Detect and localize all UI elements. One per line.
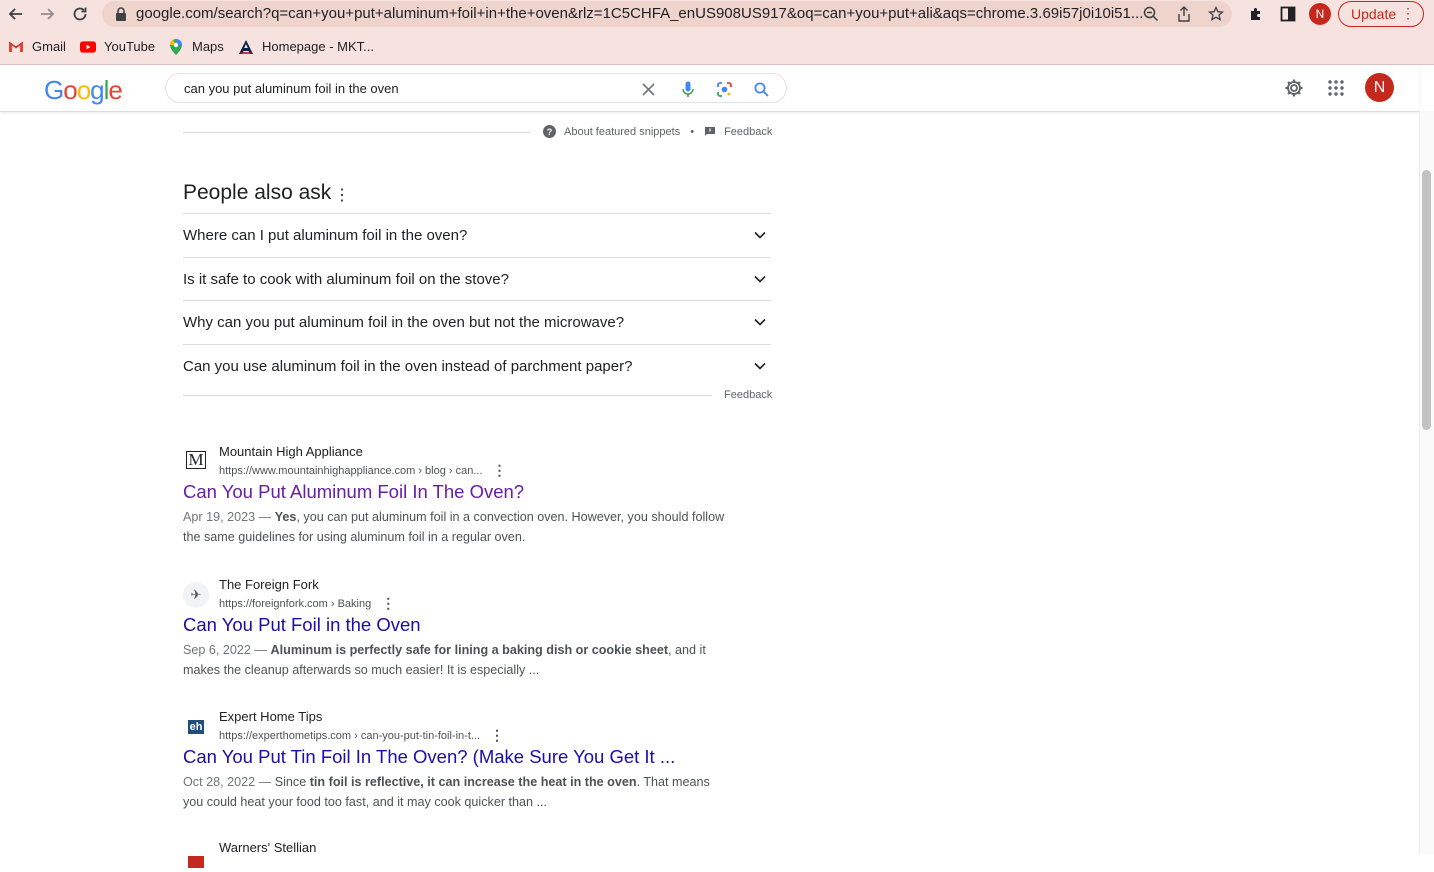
paa-question[interactable]: Where can I put aluminum foil in the ove… xyxy=(183,213,771,256)
result-url-text: https://experthometips.com › can-you-put… xyxy=(219,729,481,742)
result-site-name: The Foreign Fork xyxy=(219,577,319,592)
extensions-icon[interactable] xyxy=(1246,4,1266,24)
result-more-options-icon[interactable]: ⋮ xyxy=(381,595,395,612)
result-more-options-icon[interactable]: ⋮ xyxy=(493,462,507,479)
youtube-icon xyxy=(80,40,96,54)
update-button[interactable]: Update ⋮ xyxy=(1338,1,1424,27)
lock-icon[interactable] xyxy=(112,5,130,23)
site-favicon-icon xyxy=(183,846,209,872)
result-site-name: Expert Home Tips xyxy=(219,709,323,724)
lens-search-icon[interactable] xyxy=(715,80,733,98)
result-title-link[interactable]: Can You Put Aluminum Foil In The Oven? xyxy=(183,481,524,503)
site-favicon-icon: eh xyxy=(183,714,209,740)
account-avatar[interactable]: N xyxy=(1365,73,1394,102)
bookmark-label: Homepage - MKT... xyxy=(262,39,374,54)
bookmark-label: Maps xyxy=(192,39,224,54)
search-box[interactable]: can you put aluminum foil in the oven xyxy=(165,73,787,103)
result-snippet: Sep 6, 2022 — Aluminum is perfectly safe… xyxy=(183,643,706,677)
divider xyxy=(183,395,712,396)
google-header: Google can you put aluminum foil in the … xyxy=(0,65,1419,112)
bookmark-label: Gmail xyxy=(32,39,66,54)
scrollbar-thumb[interactable] xyxy=(1422,170,1431,430)
settings-gear-icon[interactable] xyxy=(1283,77,1305,99)
bookmark-label: YouTube xyxy=(104,39,156,54)
reload-icon[interactable] xyxy=(68,3,92,25)
google-logo[interactable]: Google xyxy=(44,75,123,106)
result-snippet: Apr 19, 2023 — Yes, you can put aluminum… xyxy=(183,510,725,544)
result-url-text: https://foreignfork.com › Baking xyxy=(219,597,372,610)
chevron-down-icon xyxy=(754,362,766,370)
paa-feedback-link[interactable]: Feedback xyxy=(724,389,772,401)
result-title-link[interactable]: Can You Put Tin Foil In The Oven? (Make … xyxy=(183,746,675,768)
browser-toolbar: google.com/search?q=can+you+put+aluminum… xyxy=(0,0,1434,29)
search-input[interactable]: can you put aluminum foil in the oven xyxy=(184,81,399,96)
result-title-link[interactable]: Can You Put Foil in the Oven xyxy=(183,614,421,636)
result-more-options-icon[interactable]: ⋮ xyxy=(490,727,504,744)
paa-question-text: Can you use aluminum foil in the oven in… xyxy=(183,358,633,375)
chevron-down-icon xyxy=(754,275,766,283)
gmail-icon xyxy=(8,40,24,54)
search-result: eh Expert Home Tips https://experthometi… xyxy=(183,709,743,814)
address-bar[interactable]: google.com/search?q=can+you+put+aluminum… xyxy=(102,1,1232,27)
site-favicon-icon: ✈ xyxy=(183,582,209,608)
result-url: https://foreignfork.com › Baking ⋮ xyxy=(219,595,395,612)
back-icon[interactable] xyxy=(4,3,28,25)
paa-question-text: Is it safe to cook with aluminum foil on… xyxy=(183,271,509,288)
separator-dot: • xyxy=(690,125,695,138)
forward-icon[interactable] xyxy=(35,3,59,25)
feedback-link[interactable]: Feedback xyxy=(724,126,772,138)
result-url: https://experthometips.com › can-you-put… xyxy=(219,727,504,744)
zoom-icon[interactable] xyxy=(1142,5,1160,23)
side-panel-icon[interactable] xyxy=(1278,4,1298,24)
university-logo-icon xyxy=(238,39,254,54)
search-result: ✈ The Foreign Fork https://foreignfork.c… xyxy=(183,577,743,682)
apps-grid-icon[interactable] xyxy=(1325,77,1347,99)
more-menu-icon[interactable]: ⋮ xyxy=(1401,5,1415,21)
chevron-down-icon xyxy=(754,231,766,239)
maps-pin-icon xyxy=(168,38,184,55)
paa-question-text: Where can I put aluminum foil in the ove… xyxy=(183,227,468,244)
paa-question-text: Why can you put aluminum foil in the ove… xyxy=(183,314,625,331)
divider xyxy=(183,132,530,133)
share-icon[interactable] xyxy=(1175,5,1193,23)
result-snippet: Oct 28, 2022 — Since tin foil is reflect… xyxy=(183,775,710,809)
result-site-name: Warners' Stellian xyxy=(219,840,317,855)
featured-snippet-footer: ? About featured snippets • Feedback xyxy=(543,125,772,138)
profile-avatar[interactable]: N xyxy=(1309,3,1331,25)
result-url: https://www.mountainhighappliance.com › … xyxy=(219,462,507,479)
bookmark-homepage[interactable]: Homepage - MKT... xyxy=(238,39,374,54)
bookmark-star-icon[interactable] xyxy=(1207,5,1225,23)
result-url-text: https://www.mountainhighappliance.com › … xyxy=(219,464,483,477)
help-icon: ? xyxy=(543,125,556,138)
bookmark-maps[interactable]: Maps xyxy=(168,38,224,55)
bookmark-gmail[interactable]: Gmail xyxy=(8,39,66,54)
search-result: M Mountain High Appliance https://www.mo… xyxy=(183,444,743,549)
about-featured-snippets-link[interactable]: About featured snippets xyxy=(564,126,680,138)
address-bar-url: google.com/search?q=can+you+put+aluminum… xyxy=(136,5,1144,22)
site-favicon-icon: M xyxy=(183,447,209,473)
clear-search-icon[interactable] xyxy=(639,80,657,98)
search-icon[interactable] xyxy=(752,80,770,98)
paa-question[interactable]: Why can you put aluminum foil in the ove… xyxy=(183,300,771,343)
paa-question[interactable]: Is it safe to cook with aluminum foil on… xyxy=(183,257,771,300)
paa-more-options-icon[interactable]: ⋮ xyxy=(334,185,350,205)
feedback-icon xyxy=(704,126,716,138)
paa-question[interactable]: Can you use aluminum foil in the oven in… xyxy=(183,344,771,387)
result-site-name: Mountain High Appliance xyxy=(219,444,363,459)
bookmark-youtube[interactable]: YouTube xyxy=(80,39,155,54)
update-button-label: Update xyxy=(1351,6,1397,22)
people-also-ask-heading: People also ask xyxy=(183,181,332,204)
voice-search-icon[interactable] xyxy=(679,80,697,98)
search-result: Warners' Stellian xyxy=(183,840,743,872)
chevron-down-icon xyxy=(754,318,766,326)
